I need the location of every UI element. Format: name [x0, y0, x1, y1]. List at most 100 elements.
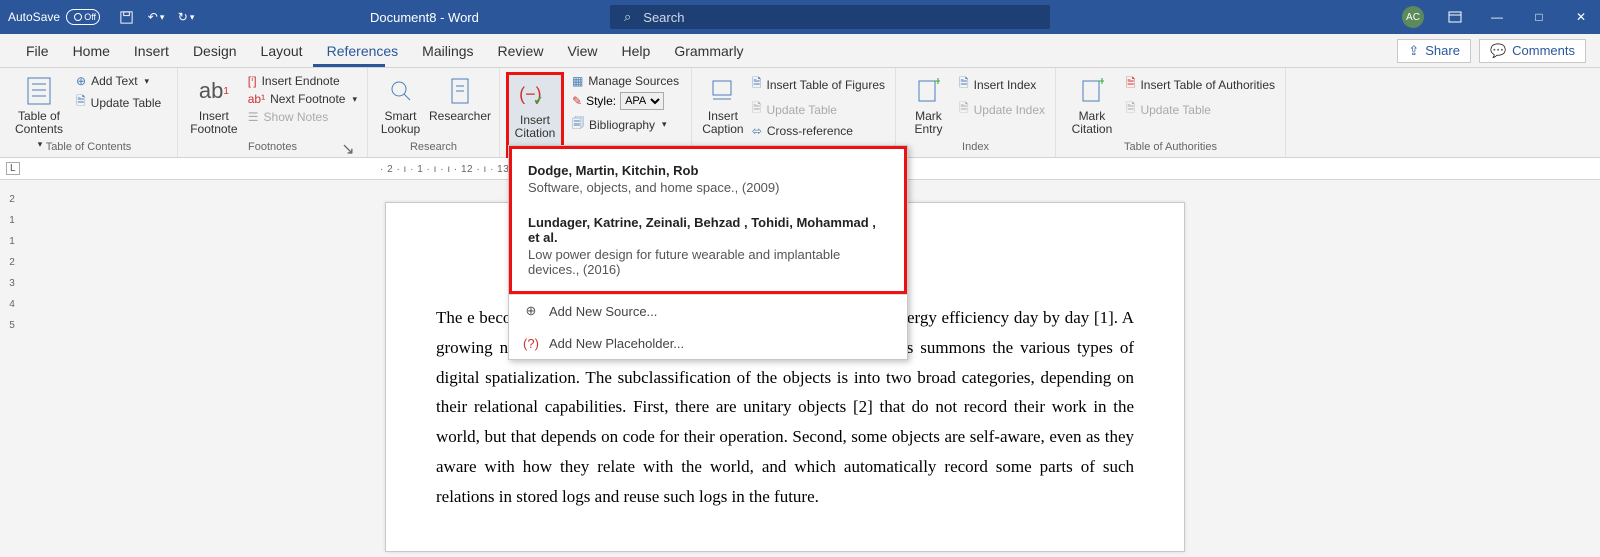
group-index: Mark Entry 🗎Insert Index 🗎Update Index I…: [896, 68, 1056, 157]
insert-toa-button[interactable]: 🗎Insert Table of Authorities: [1126, 74, 1275, 95]
tab-layout[interactable]: Layout: [249, 34, 315, 67]
manage-sources-button[interactable]: ▦Manage Sources: [572, 74, 679, 88]
toc-icon: [24, 76, 54, 106]
save-icon[interactable]: [118, 9, 134, 25]
citation-desc: Software, objects, and home space., (200…: [528, 180, 888, 195]
group-footnotes: ab1 Insert Footnote [ⁱ]Insert Endnote ab…: [178, 68, 368, 157]
insert-footnote-button[interactable]: ab1 Insert Footnote: [188, 72, 240, 136]
tab-references[interactable]: References: [315, 34, 411, 67]
footnote-icon: ab1: [199, 76, 229, 106]
tab-review[interactable]: Review: [486, 34, 556, 67]
citation-style-row: ✎ Style: APA: [572, 92, 679, 110]
minimize-icon[interactable]: —: [1486, 6, 1508, 28]
tab-stop-indicator[interactable]: L: [6, 162, 20, 175]
undo-icon[interactable]: ↶▾: [148, 9, 164, 25]
insert-endnote-button[interactable]: [ⁱ]Insert Endnote: [248, 74, 357, 88]
update-toc-button[interactable]: 🗎Update Table: [76, 92, 161, 113]
smart-lookup-icon: [386, 76, 416, 106]
insert-caption-button[interactable]: Insert Caption: [702, 72, 744, 136]
add-text-button[interactable]: ⊕Add Text▾: [76, 74, 161, 88]
document-title: Document8 - Word: [370, 10, 479, 25]
close-icon[interactable]: ✕: [1570, 6, 1592, 28]
style-label: Style:: [586, 94, 616, 108]
comment-icon: 💬: [1490, 43, 1506, 59]
mark-citation-button[interactable]: Mark Citation: [1066, 72, 1118, 136]
citation-authors: Dodge, Martin, Kitchin, Rob: [528, 163, 888, 178]
citation-item-1[interactable]: Lundager, Katrine, Zeinali, Behzad , Toh…: [512, 205, 904, 287]
toa-icon: 🗎: [1126, 74, 1136, 95]
group-label-index: Index: [896, 139, 1055, 155]
show-notes-button: ☰Show Notes: [248, 110, 357, 124]
tab-home[interactable]: Home: [61, 34, 122, 67]
insert-tof-button[interactable]: 🗎Insert Table of Figures: [752, 74, 885, 95]
style-icon: ✎: [572, 94, 582, 108]
share-icon: ⇪: [1408, 43, 1419, 59]
citation-dropdown: Dodge, Martin, Kitchin, Rob Software, ob…: [508, 145, 908, 360]
update-index-icon: 🗎: [959, 99, 969, 120]
ruler-vertical[interactable]: 2 1 1 2 3 4 5: [4, 182, 20, 557]
citation-list-highlight: Dodge, Martin, Kitchin, Rob Software, ob…: [509, 146, 907, 294]
update-index-button: 🗎Update Index: [959, 99, 1045, 120]
tab-design[interactable]: Design: [181, 34, 249, 67]
crossref-icon: ⬄: [752, 124, 762, 138]
autosave-toggle[interactable]: AutoSave Off: [8, 9, 100, 25]
citation-item-0[interactable]: Dodge, Martin, Kitchin, Rob Software, ob…: [512, 153, 904, 205]
window-controls: AC — □ ✕: [1402, 6, 1592, 28]
mark-entry-icon: [913, 76, 943, 106]
bibliography-icon: 🗐: [572, 114, 584, 135]
bibliography-button[interactable]: 🗐Bibliography▾: [572, 114, 679, 135]
citation-authors: Lundager, Katrine, Zeinali, Behzad , Toh…: [528, 215, 888, 245]
citation-icon: (−)✔: [520, 80, 550, 110]
tab-insert[interactable]: Insert: [122, 34, 181, 67]
group-toc: Table of Contents▾ ⊕Add Text▾ 🗎Update Ta…: [0, 68, 178, 157]
user-avatar[interactable]: AC: [1402, 6, 1424, 28]
redo-icon[interactable]: ↻▾: [178, 9, 194, 25]
tab-file[interactable]: File: [14, 34, 61, 67]
show-notes-icon: ☰: [248, 110, 259, 124]
insert-index-icon: 🗎: [959, 74, 969, 95]
search-box[interactable]: ⌕ Search: [610, 5, 1050, 29]
ribbon-display-icon[interactable]: [1444, 6, 1466, 28]
footnotes-dialog-launcher[interactable]: ↘: [339, 140, 357, 158]
tab-grammarly[interactable]: Grammarly: [662, 34, 755, 67]
tab-view[interactable]: View: [555, 34, 609, 67]
citation-desc: Low power design for future wearable and…: [528, 247, 888, 277]
comments-button[interactable]: 💬Comments: [1479, 39, 1586, 63]
share-button[interactable]: ⇪Share: [1397, 39, 1471, 63]
tof-icon: 🗎: [752, 74, 762, 95]
tab-mailings[interactable]: Mailings: [410, 34, 485, 67]
add-new-source-button[interactable]: ⊕ Add New Source...: [509, 295, 907, 327]
group-captions: Insert Caption 🗎Insert Table of Figures …: [692, 68, 896, 157]
insert-index-button[interactable]: 🗎Insert Index: [959, 74, 1045, 95]
next-footnote-button[interactable]: ab¹Next Footnote▾: [248, 92, 357, 106]
smart-lookup-button[interactable]: Smart Lookup: [378, 72, 423, 136]
researcher-button[interactable]: Researcher: [431, 72, 489, 123]
autosave-state[interactable]: Off: [66, 9, 100, 25]
mark-entry-button[interactable]: Mark Entry: [906, 72, 951, 136]
autosave-label: AutoSave: [8, 10, 60, 24]
insert-citation-button[interactable]: (−)✔ Insert Citation▾: [510, 76, 560, 154]
endnote-icon: [ⁱ]: [248, 74, 257, 88]
group-label-toa: Table of Authorities: [1056, 139, 1285, 155]
group-research: Smart Lookup Researcher Research: [368, 68, 500, 157]
next-footnote-icon: ab¹: [248, 92, 265, 106]
search-placeholder: Search: [643, 10, 684, 25]
add-source-icon: ⊕: [523, 303, 539, 319]
group-toa: Mark Citation 🗎Insert Table of Authoriti…: [1056, 68, 1286, 157]
style-select[interactable]: APA: [620, 92, 664, 110]
update-icon: 🗎: [76, 92, 86, 113]
manage-sources-icon: ▦: [572, 74, 583, 88]
placeholder-icon: (?): [523, 335, 539, 351]
add-new-placeholder-button[interactable]: (?) Add New Placeholder...: [509, 327, 907, 359]
maximize-icon[interactable]: □: [1528, 6, 1550, 28]
caption-icon: [708, 76, 738, 106]
cross-reference-button[interactable]: ⬄Cross-reference: [752, 124, 885, 138]
update-icon: 🗎: [752, 99, 762, 120]
add-text-icon: ⊕: [76, 74, 86, 88]
titlebar: AutoSave Off ↶▾ ↻▾ Document8 - Word ⌕ Se…: [0, 0, 1600, 34]
researcher-icon: [445, 76, 475, 106]
update-caption-table-button: 🗎Update Table: [752, 99, 885, 120]
group-label-research: Research: [368, 139, 499, 155]
group-citations: (−)✔ Insert Citation▾ ▦Manage Sources ✎ …: [500, 68, 692, 157]
tab-help[interactable]: Help: [610, 34, 663, 67]
